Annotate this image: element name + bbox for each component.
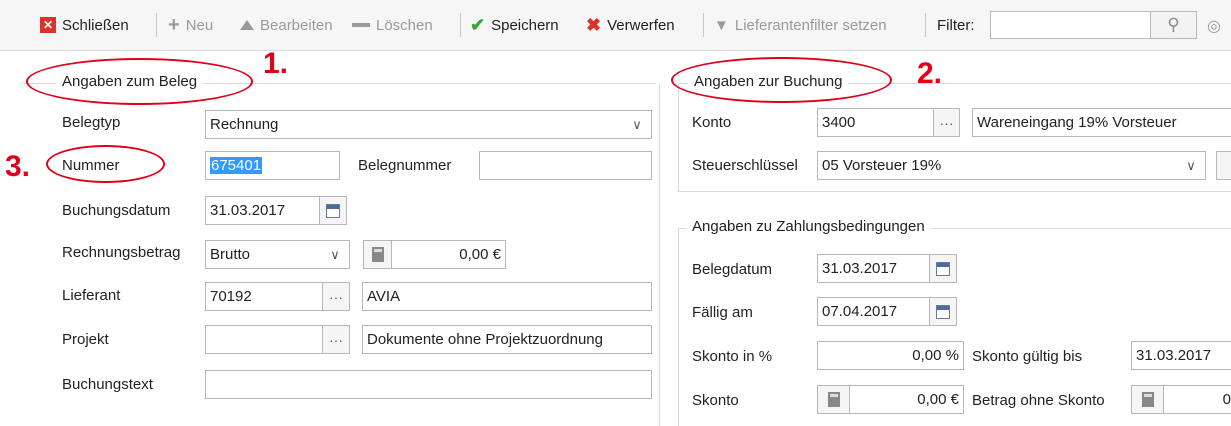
chevron-down-icon: ∨	[1186, 158, 1196, 173]
group-border	[678, 83, 679, 191]
projekt-label: Projekt	[62, 331, 109, 348]
lieferant-nr-input[interactable]: 70192	[205, 282, 323, 311]
discard-button[interactable]: ✖ Verwerfen	[586, 14, 675, 36]
buchungstext-label: Buchungstext	[62, 376, 153, 393]
annotation-number-1: 1.	[263, 47, 289, 80]
belegnummer-label: Belegnummer	[358, 157, 452, 174]
faellig-label: Fällig am	[692, 304, 753, 321]
annotation-number-3: 3.	[5, 150, 31, 183]
skonto-gueltig-input[interactable]: 31.03.2017	[1131, 341, 1231, 370]
extra-button[interactable]	[1216, 151, 1231, 180]
calculator-icon[interactable]	[1131, 385, 1164, 414]
close-button[interactable]: ✕ Schließen	[40, 14, 129, 36]
projekt-name-input[interactable]: Dokumente ohne Projektzuordnung	[362, 325, 652, 354]
buchungstext-input[interactable]	[205, 370, 652, 399]
skonto-input[interactable]: 0,00 €	[849, 385, 964, 414]
buchungsdatum-input[interactable]: 31.03.2017	[205, 196, 322, 225]
x-icon: ✖	[586, 14, 602, 35]
toolbar-separator	[703, 13, 704, 37]
nummer-value: 675401	[210, 157, 263, 174]
chevron-down-icon: ∨	[330, 247, 340, 262]
skonto-label: Skonto	[692, 392, 739, 409]
skonto-pct-input[interactable]: 0,00 %	[817, 341, 964, 370]
belegtyp-label: Belegtyp	[62, 114, 121, 131]
konto-label: Konto	[692, 114, 732, 131]
delete-button[interactable]: Löschen	[352, 14, 433, 36]
funnel-icon: ▼	[714, 16, 729, 34]
annotation-ellipse-2	[671, 57, 892, 103]
checkmark-icon: ✔	[470, 14, 486, 35]
group-title-zahlung: Angaben zu Zahlungsbedingungen	[686, 218, 931, 235]
projekt-nr-input[interactable]	[205, 325, 323, 354]
steuerschluessel-label: Steuerschlüssel	[692, 157, 798, 174]
skonto-pct-label: Skonto in %	[692, 348, 773, 365]
chevron-down-icon: ∨	[632, 117, 642, 132]
plus-icon: +	[168, 14, 180, 36]
annotation-number-2: 2.	[917, 57, 943, 90]
group-divider	[659, 83, 660, 426]
calendar-icon[interactable]	[319, 196, 347, 225]
globe-icon[interactable]: ◎	[1207, 16, 1221, 36]
belegnummer-input[interactable]	[479, 151, 652, 180]
buchungsdatum-label: Buchungsdatum	[62, 202, 171, 219]
belegdatum-input[interactable]: 31.03.2017	[817, 254, 932, 283]
calculator-icon[interactable]	[363, 240, 392, 269]
toolbar-separator	[925, 13, 926, 37]
ellipsis-icon[interactable]: ···	[933, 108, 960, 137]
search-icon[interactable]: ⚲	[1150, 11, 1197, 39]
rechnungsbetrag-label: Rechnungsbetrag	[62, 244, 181, 261]
belegtyp-select[interactable]: Rechnung ∨	[205, 110, 652, 139]
supplier-filter-button[interactable]: ▼ Lieferantenfilter setzen	[714, 14, 887, 36]
rechnungsbetrag-input[interactable]: 0,00 €	[391, 240, 506, 269]
betrag-ohne-skonto-input[interactable]: 0	[1163, 385, 1231, 414]
ellipsis-icon[interactable]: ···	[322, 325, 350, 354]
faellig-input[interactable]: 07.04.2017	[817, 297, 932, 326]
betrag-ohne-skonto-label: Betrag ohne Skonto	[972, 392, 1105, 409]
filter-label: Filter:	[937, 16, 975, 34]
minus-icon	[352, 23, 370, 27]
steuerschluessel-select[interactable]: 05 Vorsteuer 19% ∨	[817, 151, 1206, 180]
group-border	[678, 191, 1231, 192]
calculator-icon[interactable]	[817, 385, 850, 414]
new-button[interactable]: + Neu	[168, 14, 213, 36]
toolbar-separator	[156, 13, 157, 37]
nummer-input[interactable]: 675401	[205, 151, 340, 180]
toolbar-separator	[460, 13, 461, 37]
group-border	[678, 228, 679, 426]
belegdatum-label: Belegdatum	[692, 261, 773, 278]
filter-input[interactable]	[990, 11, 1152, 39]
annotation-ellipse-1	[26, 58, 253, 105]
konto-input[interactable]: 3400	[817, 108, 934, 137]
calendar-icon[interactable]	[929, 254, 957, 283]
konto-name-input[interactable]: Wareneingang 19% Vorsteuer	[972, 108, 1231, 137]
triangle-icon	[240, 20, 254, 30]
lieferant-name-input[interactable]: AVIA	[362, 282, 652, 311]
close-icon: ✕	[40, 17, 56, 33]
edit-button[interactable]: Bearbeiten	[240, 14, 333, 36]
rechnungsbetrag-type-select[interactable]: Brutto ∨	[205, 240, 350, 269]
annotation-ellipse-3	[46, 145, 165, 183]
skonto-gueltig-label: Skonto gültig bis	[972, 348, 1083, 365]
save-button[interactable]: ✔ Speichern	[470, 14, 559, 36]
ellipsis-icon[interactable]: ···	[322, 282, 350, 311]
calendar-icon[interactable]	[929, 297, 957, 326]
lieferant-label: Lieferant	[62, 287, 121, 304]
